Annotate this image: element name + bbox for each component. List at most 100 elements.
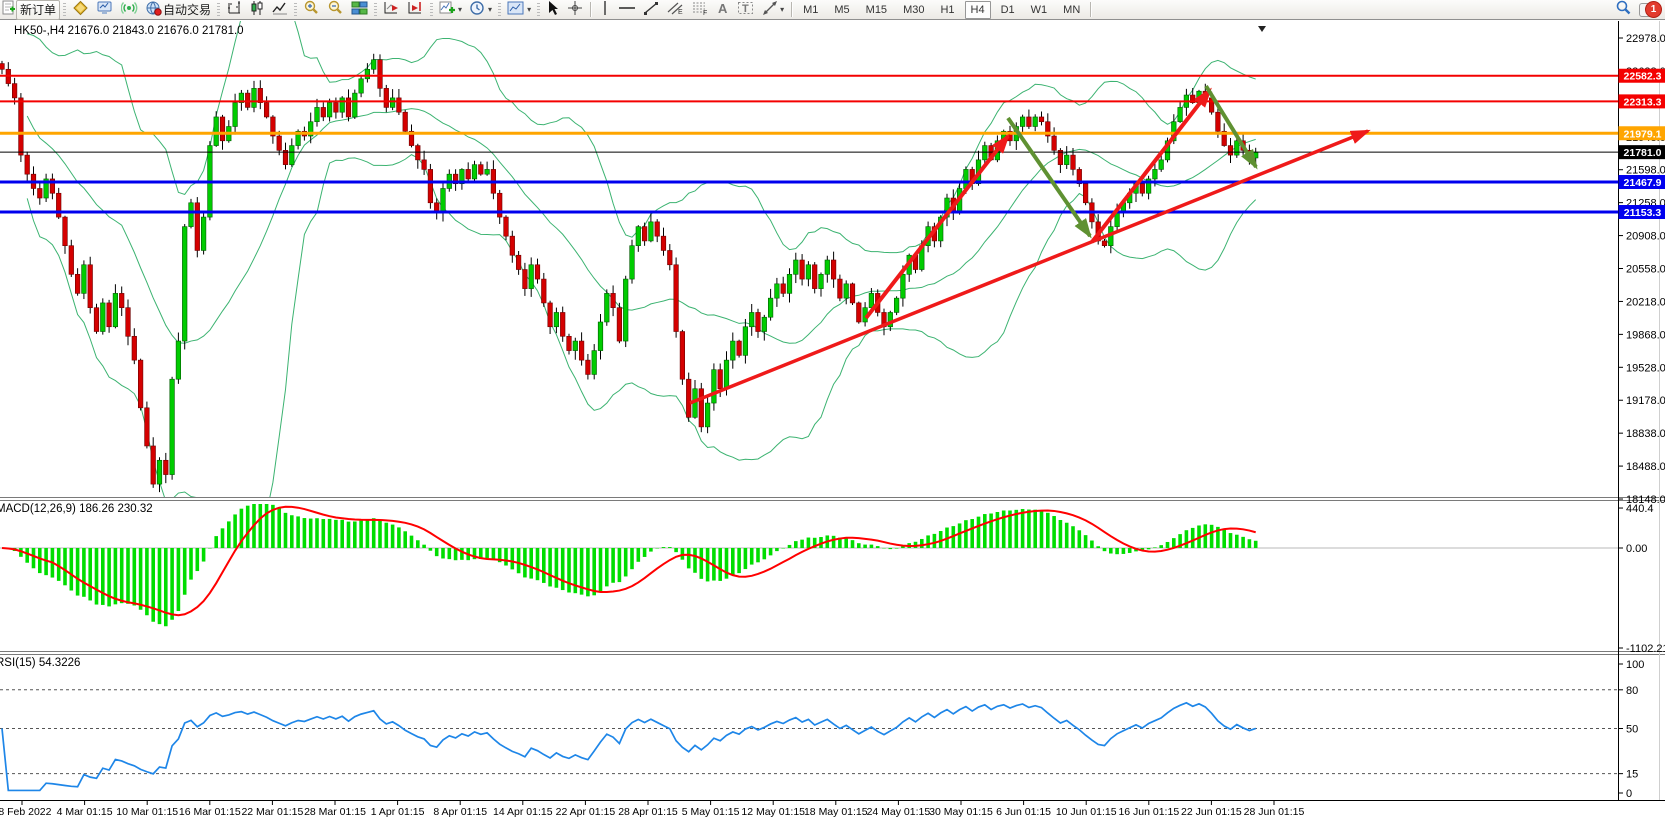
new-order-button[interactable]: 新订单 xyxy=(16,0,60,20)
fibonacci-tool[interactable]: F xyxy=(688,1,712,19)
timeframe-button-W1[interactable]: W1 xyxy=(1025,1,1054,19)
candle xyxy=(983,146,988,160)
zoom-out-icon xyxy=(327,0,344,19)
candle xyxy=(327,103,332,117)
text-icon: A xyxy=(716,0,730,19)
timeframe-button-D1[interactable]: D1 xyxy=(995,1,1021,19)
signals-button[interactable] xyxy=(118,1,141,19)
candle xyxy=(731,341,736,360)
candle xyxy=(472,165,477,179)
candle xyxy=(220,117,225,141)
candle xyxy=(523,270,528,289)
equidistant-channel-tool[interactable]: E xyxy=(663,1,687,19)
candle xyxy=(390,98,395,108)
candle xyxy=(844,284,849,298)
candle xyxy=(0,64,4,70)
candle xyxy=(768,298,773,317)
candle xyxy=(19,98,24,155)
candle xyxy=(756,312,761,331)
zoom-out-button[interactable] xyxy=(324,1,347,19)
arrows-tool[interactable]: ▾ xyxy=(759,1,787,19)
candle xyxy=(164,460,169,474)
line-chart-button[interactable] xyxy=(269,1,291,19)
candle xyxy=(712,370,717,403)
candle xyxy=(649,222,654,241)
timeframe-button-MN[interactable]: MN xyxy=(1057,1,1086,19)
timeframe-button-M30[interactable]: M30 xyxy=(897,1,930,19)
candle xyxy=(573,341,578,351)
timeframe-button-H4[interactable]: H4 xyxy=(965,1,991,19)
time-scale[interactable] xyxy=(0,801,1665,822)
chart-shift-icon xyxy=(407,0,424,19)
autotrading-button[interactable]: 自动交易 xyxy=(142,1,214,19)
timeframe-button-M5[interactable]: M5 xyxy=(828,1,855,19)
candle xyxy=(353,93,358,117)
candle xyxy=(636,227,641,246)
candle xyxy=(334,103,339,113)
cursor-button[interactable] xyxy=(543,1,563,19)
timeframe-button-M15[interactable]: M15 xyxy=(860,1,893,19)
tile-windows-button[interactable] xyxy=(348,1,371,19)
candle xyxy=(567,336,572,350)
periods-button[interactable]: ▾ xyxy=(466,1,495,19)
periods-icon xyxy=(469,0,486,19)
candle xyxy=(762,317,767,331)
text-tool[interactable]: A xyxy=(713,1,733,19)
candle xyxy=(737,341,742,355)
candle xyxy=(107,303,112,327)
candle xyxy=(838,279,843,298)
candle xyxy=(1178,107,1183,121)
vertical-line-tool[interactable] xyxy=(596,1,614,19)
candle xyxy=(781,284,786,294)
candle xyxy=(82,265,87,294)
candle xyxy=(157,460,162,484)
zoom-in-button[interactable] xyxy=(300,1,323,19)
candle xyxy=(264,103,269,117)
candle xyxy=(378,60,383,89)
timeframe-button-H1[interactable]: H1 xyxy=(934,1,960,19)
bar-chart-button[interactable] xyxy=(223,1,245,19)
price-scale[interactable] xyxy=(1618,21,1665,800)
candle xyxy=(397,98,402,112)
candle xyxy=(680,332,685,380)
candle xyxy=(598,322,603,351)
candle xyxy=(88,265,93,308)
candle xyxy=(101,303,106,332)
candle xyxy=(775,284,780,298)
candle xyxy=(510,236,515,255)
candle xyxy=(819,274,824,288)
candle xyxy=(1083,184,1088,203)
trendline-tool[interactable] xyxy=(640,1,662,19)
candle xyxy=(699,389,704,427)
main-toolbar: 新订单 自动交易 xyxy=(0,0,1665,20)
candle xyxy=(371,60,376,70)
auto-scroll-button[interactable] xyxy=(380,1,403,19)
market-watch-button[interactable] xyxy=(69,1,92,19)
candle xyxy=(56,193,61,217)
arrows-icon xyxy=(762,0,778,19)
candle xyxy=(516,255,521,269)
candle xyxy=(416,146,421,160)
auto-scroll-icon xyxy=(383,0,400,19)
data-window-button[interactable] xyxy=(93,1,117,19)
candle xyxy=(1140,184,1145,194)
svg-text:A: A xyxy=(718,1,728,16)
crosshair-button[interactable] xyxy=(564,1,586,19)
crosshair-icon xyxy=(567,0,583,19)
text-label-tool[interactable]: T xyxy=(734,1,758,19)
timeframe-button-M1[interactable]: M1 xyxy=(797,1,824,19)
candle xyxy=(441,188,446,212)
chart-shift-button[interactable] xyxy=(404,1,427,19)
mt4-terminal-window: 22978.022638.022288.021948.021598.021258… xyxy=(0,0,1665,822)
candle xyxy=(170,379,175,474)
indicators-button[interactable]: ▾ xyxy=(436,1,465,19)
search-button[interactable] xyxy=(1612,1,1635,19)
candles-chart-button[interactable] xyxy=(246,1,268,19)
candle xyxy=(1039,117,1044,122)
templates-button[interactable]: ▾ xyxy=(504,1,534,19)
notification-badge[interactable]: 1 xyxy=(1645,1,1662,18)
candle xyxy=(38,188,43,198)
chart-canvas[interactable]: 22978.022638.022288.021948.021598.021258… xyxy=(0,0,1665,822)
candle xyxy=(113,293,118,326)
horizontal-line-tool[interactable] xyxy=(615,1,639,19)
